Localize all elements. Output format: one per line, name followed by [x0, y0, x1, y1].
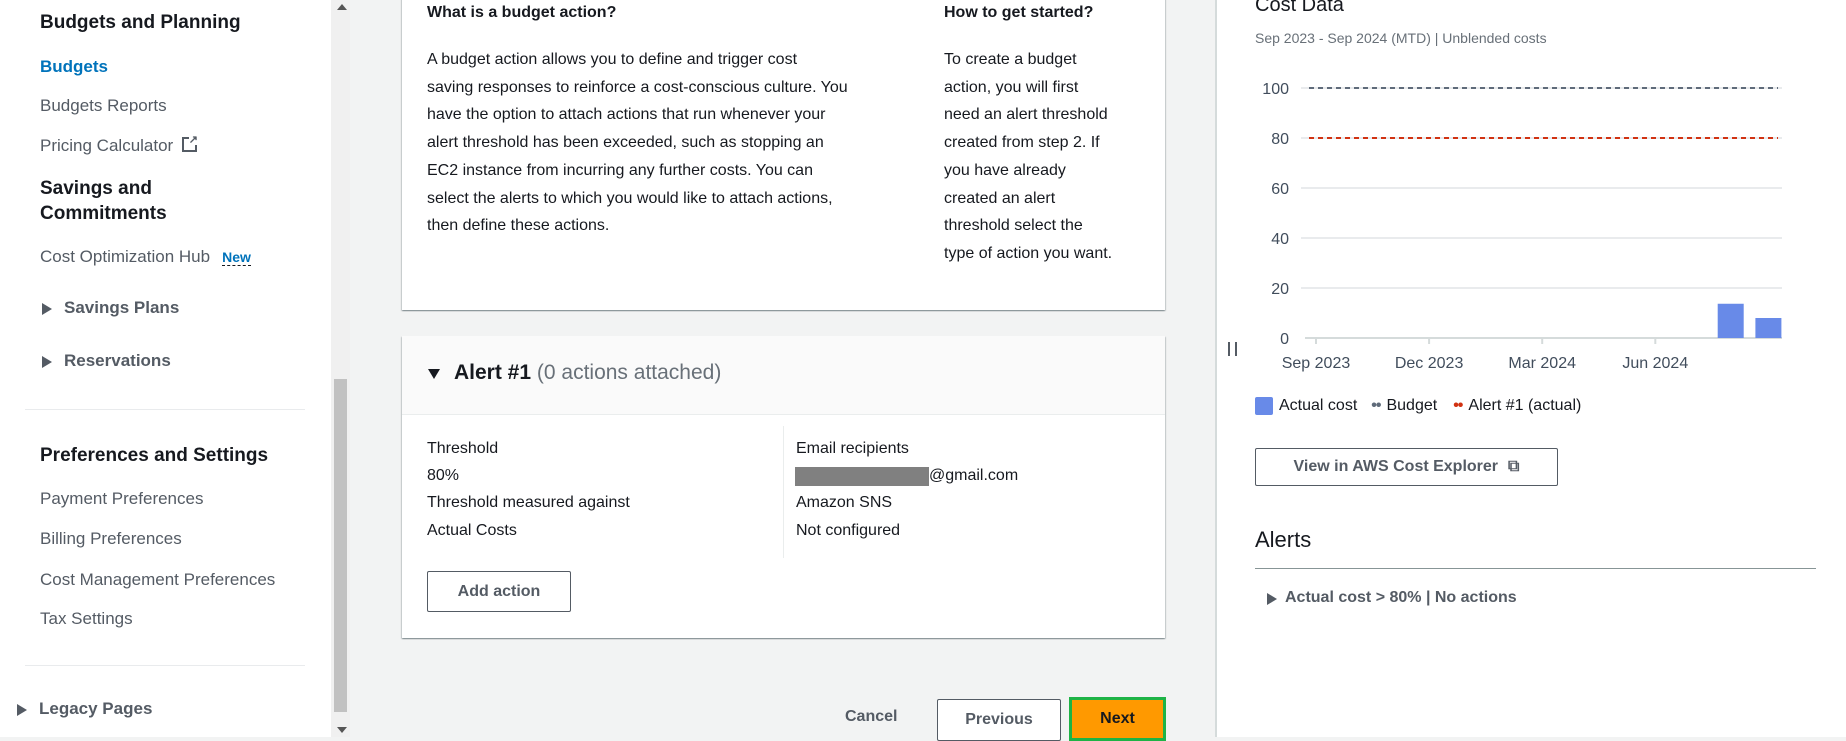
scroll-down-icon[interactable]: [337, 727, 347, 733]
legend-swatch-budget: ••: [1371, 397, 1381, 414]
y-tick-label: 40: [1271, 231, 1289, 248]
divider: [25, 665, 305, 666]
x-tick-label: Jun 2024: [1622, 355, 1688, 372]
y-tick-label: 0: [1280, 331, 1289, 348]
alert-card: Alert #1 (0 actions attached) Threshold …: [402, 336, 1165, 638]
cancel-button[interactable]: Cancel: [845, 708, 897, 726]
nav-legacy-pages[interactable]: Legacy Pages: [39, 699, 152, 719]
caret-down-icon: [428, 369, 440, 379]
nav-billing-preferences[interactable]: Billing Preferences: [40, 529, 182, 549]
measured-label: Threshold measured against: [427, 494, 630, 511]
y-tick-label: 80: [1271, 131, 1289, 148]
x-tick-label: Sep 2023: [1282, 355, 1351, 372]
section-savings-line1: Savings and: [40, 178, 152, 199]
section-savings-line2: Commitments: [40, 203, 167, 224]
section-preferences: Preferences and Settings: [40, 445, 269, 466]
threshold-value: 80%: [427, 467, 460, 484]
text-line: saving responses to reinforce a cost-con…: [427, 78, 848, 96]
scrollbar-thumb[interactable]: [334, 379, 347, 712]
info-question-2: How to get started?: [944, 4, 1094, 21]
y-tick-label: 20: [1271, 281, 1289, 298]
text-line: type of action you want.: [944, 244, 1113, 262]
info-question-1: What is a budget action?: [427, 4, 617, 21]
nav-reservations[interactable]: Reservations: [64, 351, 171, 371]
bar-sep-2024: [1755, 318, 1782, 338]
nav-payment-preferences[interactable]: Payment Preferences: [40, 489, 203, 509]
info-answer-2: To create a budget action, you will first…: [944, 46, 1112, 268]
sidebar-scrollbar[interactable]: [331, 0, 350, 737]
email-label: Email recipients: [796, 440, 909, 457]
alerts-title: Alerts: [1255, 527, 1312, 552]
measured-value: Actual Costs: [427, 522, 517, 539]
sns-label: Amazon SNS: [796, 494, 893, 511]
nav-tax-settings[interactable]: Tax Settings: [40, 609, 133, 629]
info-card: What is a budget action? A budget action…: [402, 0, 1165, 310]
alert-header[interactable]: Alert #1 (0 actions attached): [402, 336, 1165, 415]
info-answer-1: A budget action allows you to define and…: [427, 46, 848, 240]
y-tick-label: 100: [1262, 81, 1289, 98]
next-button[interactable]: Next: [1069, 697, 1166, 741]
caret-right-icon: [42, 356, 52, 368]
legend-alert: Alert #1 (actual): [1468, 397, 1582, 414]
text-line: To create a budget: [944, 51, 1077, 68]
text-line: select the alerts to which you would lik…: [427, 189, 833, 207]
nav-label: Cost Optimization Hub: [40, 247, 211, 266]
button-label: View in AWS Cost Explorer: [1293, 458, 1499, 475]
text-line: need an alert threshold: [944, 106, 1108, 124]
legend-budget: Budget: [1386, 397, 1438, 414]
nav-cost-optimization-hub[interactable]: Cost Optimization Hub New: [40, 247, 251, 267]
threshold-label: Threshold: [427, 440, 499, 457]
add-action-button[interactable]: Add action: [427, 571, 571, 612]
nav-savings-plans[interactable]: Savings Plans: [64, 298, 179, 318]
text-line: EC2 instance from incurring any further …: [427, 161, 813, 179]
sns-value: Not configured: [796, 522, 901, 539]
legend-swatch-alert: ••: [1453, 397, 1463, 414]
legend-swatch-actual: [1255, 397, 1273, 415]
alert-item[interactable]: Actual cost > 80% | No actions: [1285, 589, 1517, 607]
cost-chart: 0 20 40 60 80 100 Sep 2023 Dec 2023 Mar 2024 Jun …: [1262, 81, 1782, 372]
x-tick-label: Mar 2024: [1508, 355, 1576, 372]
legend-actual: Actual cost: [1279, 397, 1358, 414]
external-link-icon: ⧉: [1508, 458, 1520, 475]
divider: [1255, 568, 1816, 569]
alert-title: Alert #1: [454, 361, 532, 384]
caret-right-icon: [17, 704, 27, 716]
divider: [25, 409, 305, 410]
column-divider: [783, 426, 784, 558]
cost-panel: Cost Data Sep 2023 - Sep 2024 (MTD) | Un…: [1215, 0, 1846, 737]
text-line: then define these actions.: [427, 217, 610, 235]
section-budgets-planning: Budgets and Planning: [40, 12, 241, 33]
text-line: threshold select the: [944, 217, 1083, 235]
text-line: A budget action allows you to define and…: [427, 51, 798, 68]
caret-right-icon: [42, 303, 52, 315]
view-cost-explorer-button[interactable]: View in AWS Cost Explorer ⧉: [1255, 448, 1558, 486]
x-tick-label: Dec 2023: [1395, 355, 1464, 372]
chart-legend: Actual cost •• Budget •• Alert #1 (actua…: [1255, 397, 1581, 415]
nav-label: Pricing Calculator: [40, 136, 174, 155]
nav-pricing-calculator[interactable]: Pricing Calculator ↗: [40, 135, 198, 156]
external-link-icon: ↗: [181, 135, 198, 152]
text-line: created from step 2. If: [944, 134, 1100, 152]
previous-button[interactable]: Previous: [937, 699, 1061, 741]
text-line: alert threshold has been exceeded, such …: [427, 134, 824, 152]
scroll-up-icon[interactable]: [337, 4, 347, 10]
text-line: have the option to attach actions that r…: [427, 106, 826, 124]
y-tick-label: 60: [1271, 181, 1289, 198]
nav-cost-management-preferences[interactable]: Cost Management Preferences: [40, 570, 275, 590]
caret-right-icon: [1267, 593, 1277, 605]
alert-subtitle: (0 actions attached): [536, 361, 722, 384]
text-line: created an alert: [944, 189, 1056, 207]
text-line: action, you will first: [944, 78, 1079, 96]
nav-budgets[interactable]: Budgets: [40, 57, 108, 77]
text-line: you have already: [944, 161, 1066, 179]
new-badge: New: [222, 249, 251, 266]
email-value: @gmail.com: [929, 467, 1019, 484]
sidebar: Budgets and Planning Budgets Budgets Rep…: [0, 0, 331, 737]
bar-aug-2024: [1717, 303, 1744, 338]
nav-budgets-reports[interactable]: Budgets Reports: [40, 96, 167, 116]
redacted-block: [795, 467, 929, 486]
